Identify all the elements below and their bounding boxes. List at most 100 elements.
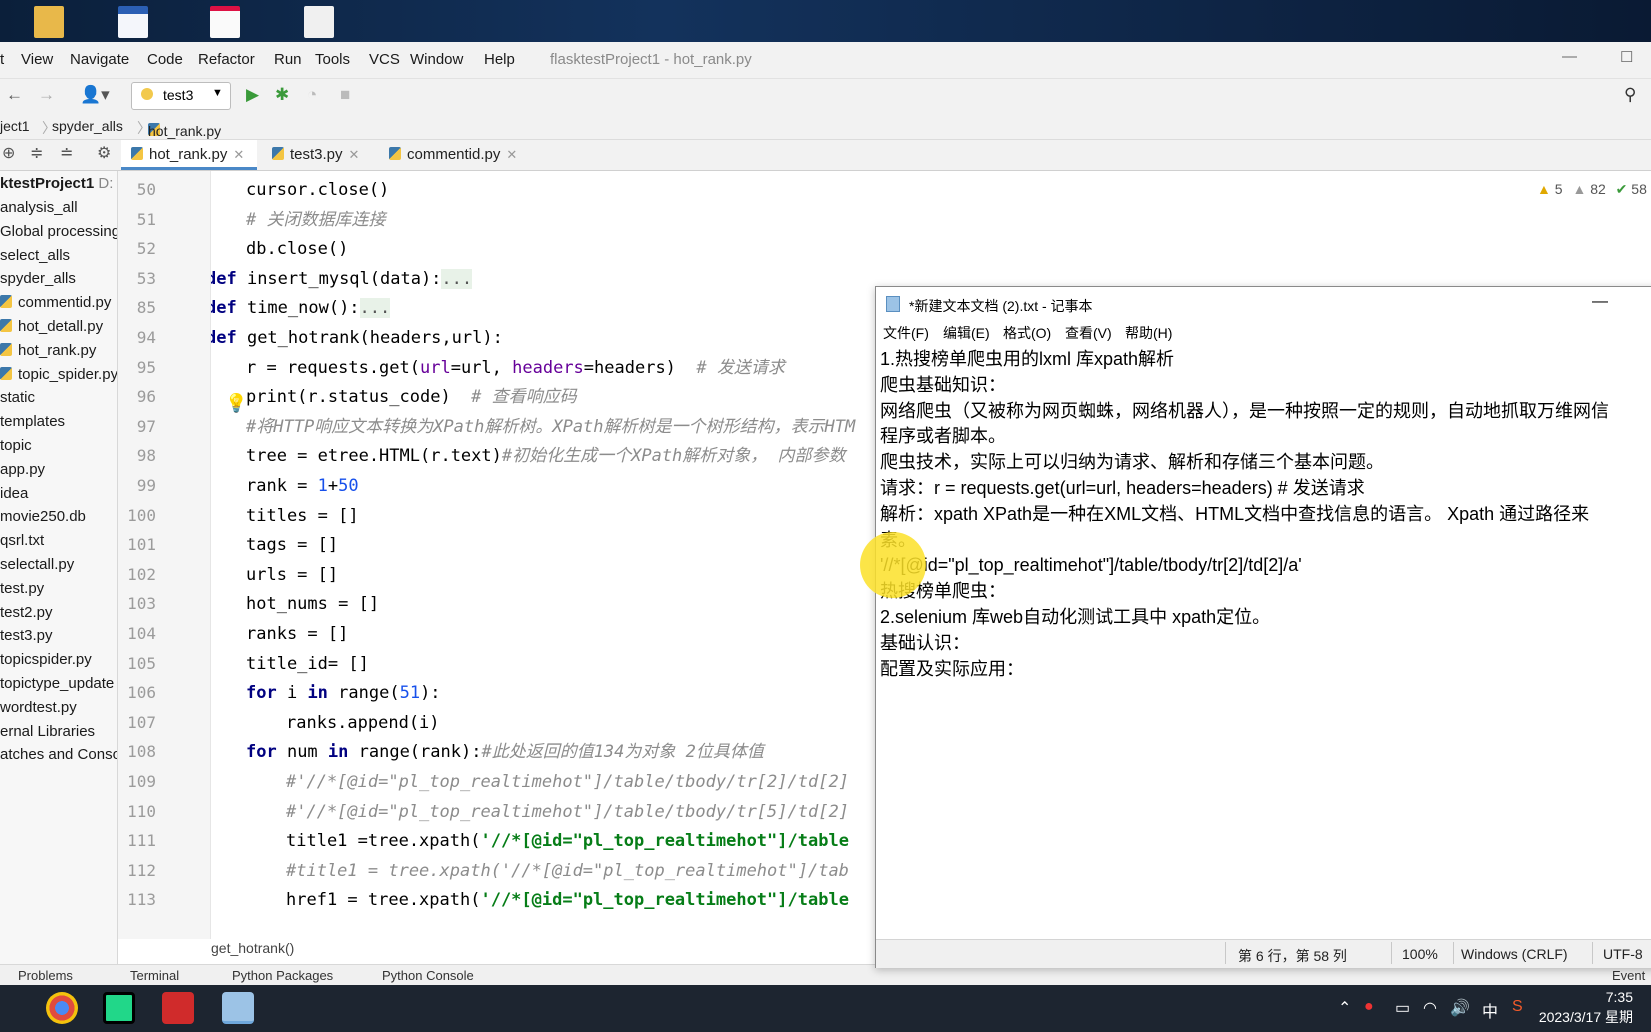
- menu-help[interactable]: Help: [484, 51, 515, 68]
- collapse-all-icon[interactable]: ≐: [60, 143, 73, 163]
- tree-root[interactable]: ktestProject1 D:: [0, 175, 113, 192]
- code-line[interactable]: # 关闭数据库连接: [246, 205, 385, 235]
- python-packages-tab[interactable]: Python Packages: [232, 968, 333, 983]
- wifi-icon[interactable]: ◠: [1423, 998, 1437, 1018]
- code-line[interactable]: db.close(): [246, 234, 348, 264]
- text-document-icon[interactable]: [304, 6, 334, 38]
- sogou-icon[interactable]: S: [1512, 998, 1523, 1016]
- code-line[interactable]: urls = []: [246, 560, 338, 590]
- tab-commentid[interactable]: commentid.py ✕: [389, 140, 539, 170]
- menu-refactor[interactable]: Refactor: [198, 51, 255, 68]
- code-line[interactable]: #title1 = tree.xpath('//*[@id="pl_top_re…: [286, 856, 849, 886]
- tree-item[interactable]: commentid.py: [0, 294, 111, 311]
- code-line[interactable]: print(r.status_code) # 查看响应码: [246, 382, 577, 412]
- tree-item[interactable]: topicspider.py: [0, 651, 92, 668]
- close-icon[interactable]: ✕: [506, 147, 517, 162]
- code-line[interactable]: cursor.close(): [246, 175, 389, 205]
- lightbulb-icon[interactable]: 💡: [225, 393, 247, 414]
- notepad-menu-edit[interactable]: 编辑(E): [943, 323, 990, 343]
- tree-item[interactable]: analysis_all: [0, 199, 78, 216]
- chrome-icon[interactable]: [46, 992, 78, 1024]
- run-configuration-select[interactable]: test3 ▼: [131, 82, 231, 110]
- code-line[interactable]: hot_nums = []: [246, 589, 379, 619]
- code-line[interactable]: #'//*[@id="pl_top_realtimehot"]/table/tb…: [286, 797, 849, 827]
- maximize-icon[interactable]: ☐: [1620, 48, 1633, 66]
- tree-item[interactable]: templates: [0, 413, 65, 430]
- code-line[interactable]: titles = []: [246, 501, 359, 531]
- minimize-icon[interactable]: —: [1562, 48, 1577, 65]
- code-line[interactable]: def time_now():...: [211, 293, 391, 323]
- close-icon[interactable]: ✕: [349, 147, 360, 162]
- tree-item[interactable]: ernal Libraries: [0, 723, 95, 740]
- tree-item[interactable]: topic: [0, 437, 32, 454]
- tree-item[interactable]: Global processing: [0, 223, 117, 240]
- menu-code[interactable]: Code: [147, 51, 183, 68]
- search-icon[interactable]: ⚲: [1624, 85, 1636, 105]
- tree-item[interactable]: select_alls: [0, 247, 70, 264]
- menu-window[interactable]: Window: [410, 51, 463, 68]
- code-line[interactable]: #将HTTP响应文本转换为XPath解析树。XPath解析树是一个树形结构，表示…: [246, 412, 855, 442]
- code-line[interactable]: def get_hotrank(headers,url):: [211, 323, 503, 353]
- gear-icon[interactable]: ⚙: [97, 143, 111, 163]
- code-line[interactable]: title1 =tree.xpath('//*[@id="pl_top_real…: [286, 826, 849, 856]
- breadcrumb-function[interactable]: get_hotrank(): [211, 940, 294, 956]
- menu-vcs[interactable]: VCS: [369, 51, 400, 68]
- tree-item[interactable]: static: [0, 389, 35, 406]
- breadcrumb-project[interactable]: ject1: [0, 118, 30, 134]
- battery-icon[interactable]: ▭: [1395, 998, 1410, 1018]
- tree-item[interactable]: atches and Consoles: [0, 746, 117, 763]
- tree-item[interactable]: hot_detall.py: [0, 318, 103, 335]
- tree-item[interactable]: test3.py: [0, 627, 53, 644]
- notepad-menu-format[interactable]: 格式(O): [1003, 323, 1051, 343]
- close-icon[interactable]: ✕: [233, 147, 244, 162]
- code-line[interactable]: title_id= []: [246, 649, 369, 679]
- event-log-tab[interactable]: Event: [1612, 968, 1645, 983]
- code-line[interactable]: ranks.append(i): [286, 708, 440, 738]
- notepad-text-area[interactable]: 1.热搜榜单爬虫用的lxml 库xpath解析 爬虫基础知识： 网络爬虫（又被称为网…: [880, 347, 1651, 682]
- notepad-taskbar-icon[interactable]: [222, 992, 254, 1024]
- folder-icon[interactable]: [34, 6, 64, 38]
- tree-item[interactable]: spyder_alls: [0, 270, 76, 287]
- notepad-menu-file[interactable]: 文件(F): [883, 323, 929, 343]
- code-line[interactable]: for i in range(51):: [246, 678, 441, 708]
- code-line[interactable]: def insert_mysql(data):...: [211, 264, 473, 294]
- record-icon[interactable]: ●: [1364, 998, 1374, 1016]
- tree-item[interactable]: app.py: [0, 461, 45, 478]
- globe-icon[interactable]: ⊕: [2, 143, 15, 163]
- tab-test3[interactable]: test3.py ✕: [272, 140, 382, 170]
- menu-navigate[interactable]: Navigate: [70, 51, 129, 68]
- expand-all-icon[interactable]: ≑: [30, 143, 43, 163]
- code-line[interactable]: rank = 1+50: [246, 471, 359, 501]
- coverage-icon[interactable]: ◔: [307, 85, 317, 105]
- menu-tools[interactable]: Tools: [315, 51, 350, 68]
- problems-tab[interactable]: Problems: [18, 968, 73, 983]
- code-line[interactable]: for num in range(rank):#此处返回的值134为对象 2位具…: [246, 737, 764, 767]
- tab-hot-rank[interactable]: hot_rank.py ✕: [121, 140, 257, 170]
- menu-run[interactable]: Run: [274, 51, 302, 68]
- debug-icon[interactable]: ✱: [275, 85, 289, 105]
- notepad-window[interactable]: *新建文本文档 (2).txt - 记事本 — 文件(F) 编辑(E) 格式(O…: [875, 286, 1651, 968]
- tree-item[interactable]: topictype_update: [0, 675, 114, 692]
- code-line[interactable]: href1 = tree.xpath('//*[@id="pl_top_real…: [286, 885, 849, 915]
- back-arrow-icon[interactable]: ←: [6, 85, 23, 105]
- tree-item[interactable]: idea: [0, 485, 28, 502]
- user-icon[interactable]: 👤▾: [80, 85, 110, 105]
- minimize-icon[interactable]: —: [1592, 293, 1608, 311]
- word-document-icon[interactable]: [118, 6, 148, 38]
- code-line[interactable]: ranks = []: [246, 619, 348, 649]
- code-line[interactable]: #'//*[@id="pl_top_realtimehot"]/table/tb…: [286, 767, 849, 797]
- ime-indicator[interactable]: 中: [1482, 998, 1498, 1022]
- code-line[interactable]: tags = []: [246, 530, 338, 560]
- forward-arrow-icon[interactable]: →: [38, 85, 55, 105]
- inspection-widget[interactable]: ▲ 5 ▲ 82 ✔ 58: [1537, 181, 1647, 198]
- notepad-title-bar[interactable]: *新建文本文档 (2).txt - 记事本 —: [876, 287, 1651, 320]
- tree-item[interactable]: wordtest.py: [0, 699, 77, 716]
- tree-item[interactable]: selectall.py: [0, 556, 74, 573]
- clock[interactable]: 7:35 2023/3/17 星期: [1539, 987, 1633, 1027]
- code-line[interactable]: tree = etree.HTML(r.text)#初始化生成一个XPath解析…: [246, 441, 846, 471]
- notepad-menu-help[interactable]: 帮助(H): [1125, 323, 1172, 343]
- pycharm-icon[interactable]: [103, 992, 135, 1024]
- code-line[interactable]: r = requests.get(url=url, headers=header…: [246, 353, 785, 383]
- menu-view[interactable]: View: [21, 51, 53, 68]
- tree-item[interactable]: test.py: [0, 580, 44, 597]
